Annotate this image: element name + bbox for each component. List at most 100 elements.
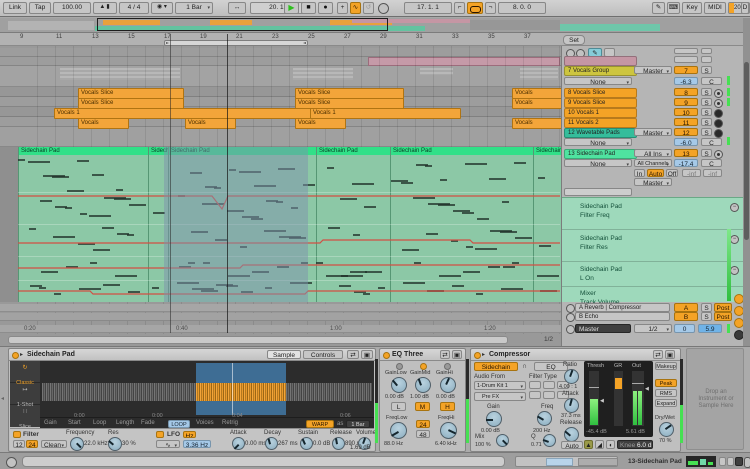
fold-device-icon[interactable]: ▸ bbox=[482, 351, 485, 359]
midi-overdub-button[interactable]: + bbox=[337, 2, 348, 14]
device-view-fold-icon[interactable]: ◂ bbox=[1, 395, 4, 403]
save-preset-icon[interactable]: ▣ bbox=[452, 350, 462, 359]
stop-button[interactable]: ■ bbox=[301, 2, 316, 14]
track13-volume-field[interactable]: -17.4 bbox=[674, 159, 698, 167]
gain-mid-knob[interactable] bbox=[415, 377, 431, 393]
filter-res-knob[interactable] bbox=[108, 437, 122, 451]
master-name[interactable]: Master bbox=[575, 324, 631, 333]
return-b-solo[interactable]: S bbox=[701, 312, 712, 321]
info-view-toggle-icon[interactable] bbox=[6, 457, 17, 468]
device-on-toggle[interactable] bbox=[383, 352, 390, 359]
return-a-fold-icon[interactable] bbox=[566, 304, 575, 313]
hot-swap-icon[interactable]: ⇄ bbox=[653, 350, 663, 359]
track12-output-select[interactable]: Master bbox=[634, 128, 672, 136]
return-a-name[interactable]: A Reverb | Compressor bbox=[575, 303, 670, 312]
lfo-wave-select[interactable]: ∿ bbox=[156, 440, 180, 448]
warp-toggle[interactable]: WARP bbox=[306, 420, 334, 428]
rms-mode-button[interactable]: RMS bbox=[655, 389, 677, 397]
clip-vocals[interactable]: Vocals bbox=[512, 98, 562, 109]
track-name-vocals-slice-9[interactable]: 9 Vocals Slice bbox=[564, 98, 637, 108]
remove-lane-icon[interactable]: − bbox=[730, 203, 739, 212]
transfer-curve-icon[interactable]: ◢ bbox=[595, 440, 604, 449]
decay-knob[interactable] bbox=[265, 437, 278, 450]
return-b-fold-icon[interactable] bbox=[566, 313, 575, 322]
track7-number[interactable]: 7 bbox=[674, 66, 698, 74]
track11-arm-button[interactable] bbox=[714, 119, 723, 128]
makeup-toggle[interactable]: Makeup bbox=[655, 362, 677, 370]
remove-lane-icon[interactable]: − bbox=[730, 266, 739, 275]
track-name-vocals-2[interactable]: 11 Vocals 2 bbox=[564, 118, 637, 128]
track7-output-select[interactable]: Master bbox=[634, 66, 672, 74]
filter-res-value[interactable]: 30 % bbox=[122, 441, 136, 448]
compressor-title-bar[interactable]: ▸ Compressor ⇄ ▣ bbox=[471, 349, 680, 361]
device-drop-zone[interactable]: Drop an Instrument or Sample Here bbox=[686, 348, 744, 450]
clip-vocals[interactable]: Vocals bbox=[78, 118, 129, 129]
save-preset-icon[interactable]: ▣ bbox=[665, 350, 675, 359]
track-mixer-chip[interactable] bbox=[701, 56, 712, 63]
out-value[interactable]: 5.61 dB bbox=[626, 429, 645, 436]
vertical-scrollbar[interactable] bbox=[744, 62, 749, 240]
punch-out-button[interactable]: ¬ bbox=[485, 2, 496, 14]
clip-vocals[interactable]: Vocals bbox=[295, 118, 346, 129]
track8-arm-button[interactable] bbox=[714, 89, 723, 98]
decay-value[interactable]: 267 ms bbox=[278, 441, 298, 448]
sidechain-point-select[interactable]: Pre FX bbox=[474, 392, 526, 401]
track7-pan-field[interactable]: C bbox=[701, 77, 722, 85]
track7-volume-field[interactable]: -6.3 bbox=[674, 77, 698, 85]
clip-vocals[interactable]: Vocals bbox=[512, 118, 562, 129]
lane-param-label[interactable]: Filter Res bbox=[580, 244, 608, 251]
thresh-arrow-icon[interactable]: ◀ bbox=[600, 397, 604, 405]
re-enable-automation-button[interactable]: ↺ bbox=[363, 2, 374, 14]
track13-input-select[interactable]: All Ins bbox=[634, 149, 672, 157]
filter-toggle[interactable] bbox=[13, 431, 21, 438]
track13-solo-button[interactable]: S bbox=[701, 149, 712, 157]
filter-freq-knob[interactable] bbox=[70, 437, 84, 451]
track-mixer-chip[interactable] bbox=[701, 48, 712, 54]
band-h-button[interactable]: H bbox=[440, 402, 455, 411]
mode-slice-button[interactable]: ∷Slice bbox=[10, 405, 40, 427]
hot-swap-icon[interactable]: ⇄ bbox=[347, 350, 359, 359]
track13-input-channel-select[interactable]: All Channels bbox=[634, 159, 672, 167]
peak-mode-button[interactable]: Peak bbox=[655, 379, 677, 387]
gain-hi-value[interactable]: 0.00 dB bbox=[436, 394, 455, 401]
ratio-knob[interactable] bbox=[564, 369, 579, 384]
track8-solo-button[interactable]: S bbox=[701, 88, 712, 96]
release-knob[interactable] bbox=[564, 427, 579, 442]
clip-mini-display[interactable] bbox=[686, 456, 716, 467]
filter-type-select[interactable]: Clean bbox=[41, 440, 67, 448]
track-mixer-chip[interactable] bbox=[674, 56, 698, 63]
sc-q-knob[interactable] bbox=[543, 434, 556, 447]
gain-hi-knob[interactable] bbox=[440, 377, 456, 393]
sustain-value[interactable]: 0.0 dB bbox=[313, 441, 330, 448]
track11-solo-button[interactable]: S bbox=[701, 118, 712, 126]
eq-three-title-bar[interactable]: EQ Three ⇄ ▣ bbox=[380, 349, 465, 361]
sidechain-source-select[interactable]: 1-Drum Kit 1 bbox=[474, 381, 526, 390]
tab-sample[interactable]: Sample bbox=[267, 350, 301, 359]
sidechain-listen-icon[interactable]: ∩ bbox=[522, 363, 527, 371]
track12-pan-field[interactable]: C bbox=[701, 138, 722, 146]
key-map-button[interactable]: Key bbox=[682, 2, 702, 14]
track12-arm-button[interactable] bbox=[714, 129, 723, 138]
return-a-solo[interactable]: S bbox=[701, 303, 712, 312]
attack-value[interactable]: 0.00 ms bbox=[245, 441, 266, 448]
filter-shape-button[interactable] bbox=[529, 391, 541, 399]
volume-value[interactable]: 1.69 dB bbox=[350, 445, 371, 452]
filter-slope-12[interactable]: 12 bbox=[13, 440, 25, 448]
track-name-vocals-group[interactable]: 7 Vocals Group bbox=[564, 66, 637, 76]
automation-arm-button[interactable]: ∿ bbox=[350, 2, 361, 14]
slope-48-button[interactable]: 48 bbox=[416, 430, 430, 438]
sc-mix-value[interactable]: 100 % bbox=[475, 442, 491, 449]
record-button[interactable]: ● bbox=[318, 2, 333, 14]
track9-number[interactable]: 9 bbox=[674, 98, 698, 106]
track13-device-chooser[interactable]: None bbox=[564, 159, 632, 167]
out-meter[interactable] bbox=[632, 371, 644, 426]
sidechain-track-region[interactable]: Sidechain Pad Sidech Sidechain Pad Sidec… bbox=[0, 147, 561, 302]
loop-toggle[interactable]: LOOP bbox=[168, 420, 190, 428]
lfo-rate-field[interactable]: 3.36 Hz bbox=[183, 440, 211, 448]
lane-param-label[interactable]: Filter Freq bbox=[580, 212, 610, 219]
clip-vocals[interactable]: Vocals bbox=[185, 118, 236, 129]
computer-midi-keyboard-button[interactable]: ⌨ bbox=[667, 2, 680, 14]
track-mixer-chip[interactable] bbox=[674, 48, 698, 54]
master-volume-field[interactable]: 5.9 bbox=[698, 324, 722, 333]
remove-lane-icon[interactable]: − bbox=[730, 235, 739, 244]
